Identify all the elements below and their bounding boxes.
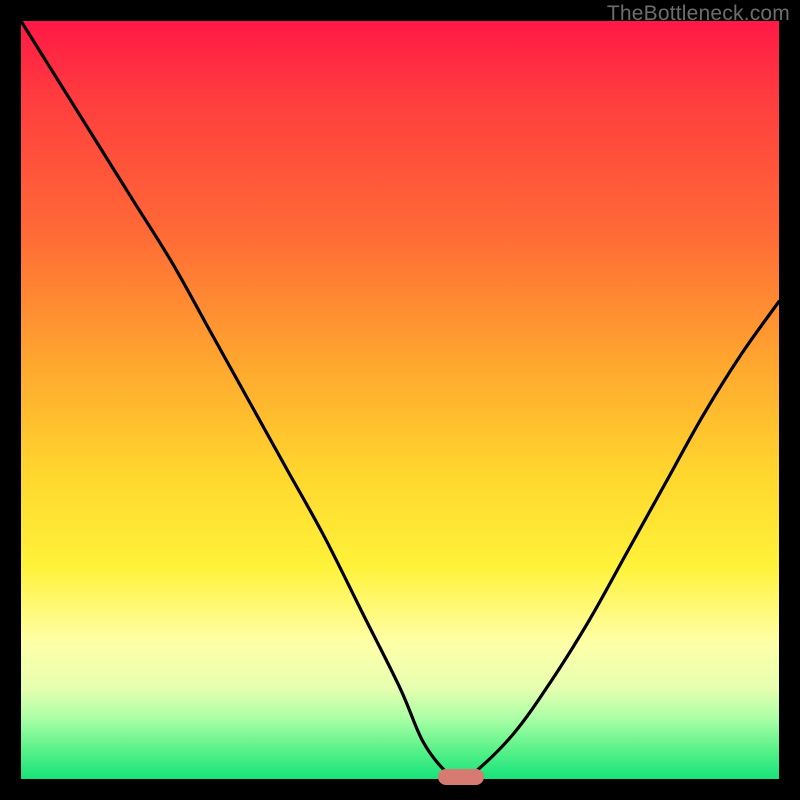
curve-layer xyxy=(21,21,779,779)
optimum-marker xyxy=(438,769,484,785)
chart-frame: TheBottleneck.com xyxy=(0,0,800,800)
plot-area xyxy=(21,21,779,779)
bottleneck-curve xyxy=(21,21,779,779)
